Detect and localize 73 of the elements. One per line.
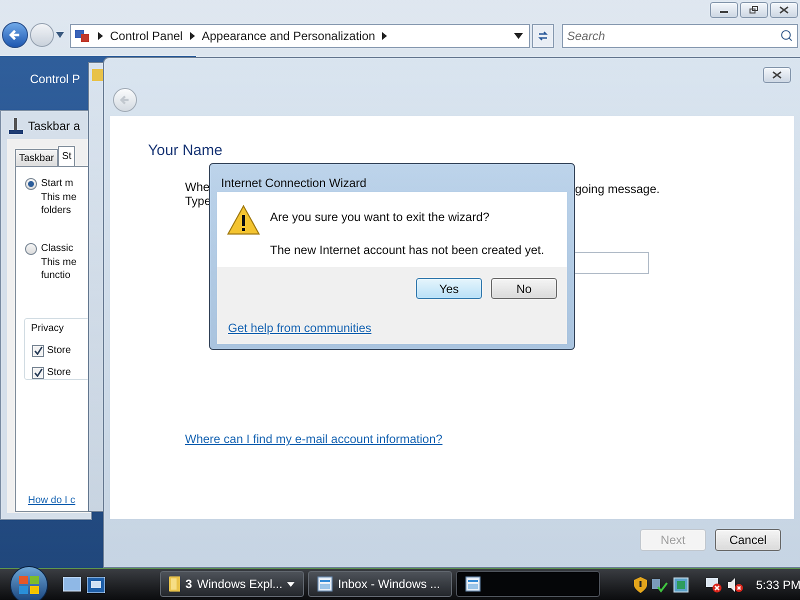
muted-speaker-icon[interactable] [727, 577, 743, 593]
breadcrumb[interactable]: Appearance and Personalization [202, 27, 376, 45]
page-heading: Your Name [148, 141, 222, 161]
chevron-icon [382, 32, 388, 40]
dialog-button[interactable]: No [491, 278, 557, 299]
dialog-detail: The new Internet account has not been created yet. [270, 242, 544, 259]
breadcrumb[interactable]: Control Panel [110, 27, 183, 45]
dialog-message: Are you sure you want to exit the wizard? [270, 209, 490, 226]
radio-label: Start m [41, 177, 74, 191]
task-label: Windows Expl... [197, 576, 282, 593]
help-link[interactable]: How do I c [28, 493, 76, 508]
option-description: This me [41, 256, 78, 269]
taskbar-button[interactable]: 3 Windows Expl... [160, 571, 304, 597]
network-icon[interactable] [652, 577, 668, 593]
dialog-title: Internet Connection Wizard [221, 175, 366, 192]
group-title: Privacy [31, 323, 64, 334]
search-field[interactable]: Search [562, 24, 798, 48]
checkbox-label: Store [47, 366, 71, 380]
option-description: This me [41, 191, 78, 204]
radio-button[interactable] [25, 178, 37, 190]
close-button[interactable] [763, 67, 791, 83]
folder-icon [92, 69, 104, 81]
mail-icon [317, 576, 333, 592]
back-button[interactable] [2, 22, 28, 48]
folder-icon [169, 576, 180, 592]
minimize-button[interactable] [710, 2, 738, 18]
checkbox[interactable] [32, 366, 44, 378]
back-arrow-icon [119, 94, 131, 106]
chevron-icon [98, 32, 103, 40]
clock[interactable]: 5:33 PM [756, 576, 800, 594]
dropdown-icon[interactable] [514, 33, 523, 39]
window-switch-icon[interactable] [87, 577, 105, 593]
monitor-icon[interactable] [673, 577, 689, 593]
chevron-icon [190, 32, 195, 40]
restore-icon [749, 6, 759, 14]
option-description: functio [41, 269, 72, 282]
radio-button[interactable] [25, 242, 37, 254]
search-icon[interactable] [780, 29, 793, 42]
warning-icon [227, 205, 260, 235]
checkbox-label: Store [47, 344, 71, 358]
restore-button[interactable] [740, 2, 768, 18]
close-icon [772, 71, 782, 79]
close-button[interactable] [770, 2, 798, 18]
close-icon [779, 6, 789, 14]
radio-label: Classic [41, 242, 74, 256]
tab[interactable]: St [58, 146, 76, 166]
dialog-button[interactable]: Yes [416, 278, 482, 299]
refresh-icon [537, 30, 549, 42]
help-link[interactable]: Where can I find my e-mail account information? [185, 430, 442, 448]
tab[interactable]: Taskbar [15, 149, 58, 166]
start-button[interactable] [10, 566, 48, 600]
navigation-link[interactable]: Control P [30, 70, 80, 88]
intro-text: Whe [185, 180, 211, 194]
back-arrow-icon [8, 28, 22, 42]
flag-logo-icon [19, 576, 39, 594]
dropdown-icon[interactable] [287, 582, 295, 586]
taskbar-button[interactable]: Inbox - Windows ... [308, 571, 452, 597]
desktop-icon[interactable] [63, 577, 81, 593]
wizard-button[interactable]: Cancel [715, 529, 781, 551]
address-bar[interactable]: Control Panel Appearance and Personalization [70, 24, 530, 48]
window-title: Taskbar a [28, 118, 80, 135]
task-label: Inbox - Windows ... [338, 576, 440, 593]
network-error-icon[interactable] [706, 577, 722, 593]
refresh-button[interactable] [532, 24, 554, 48]
intro-text: going message. [575, 181, 660, 198]
help-link[interactable]: Get help from communities [228, 319, 372, 337]
taskbar-button[interactable] [456, 571, 600, 597]
group-count: 3 [185, 576, 192, 593]
taskbar-icon [9, 118, 23, 134]
mail-icon [465, 576, 481, 592]
checkbox[interactable] [32, 344, 44, 356]
option-description: folders [41, 204, 72, 217]
shield-icon[interactable] [634, 577, 647, 593]
